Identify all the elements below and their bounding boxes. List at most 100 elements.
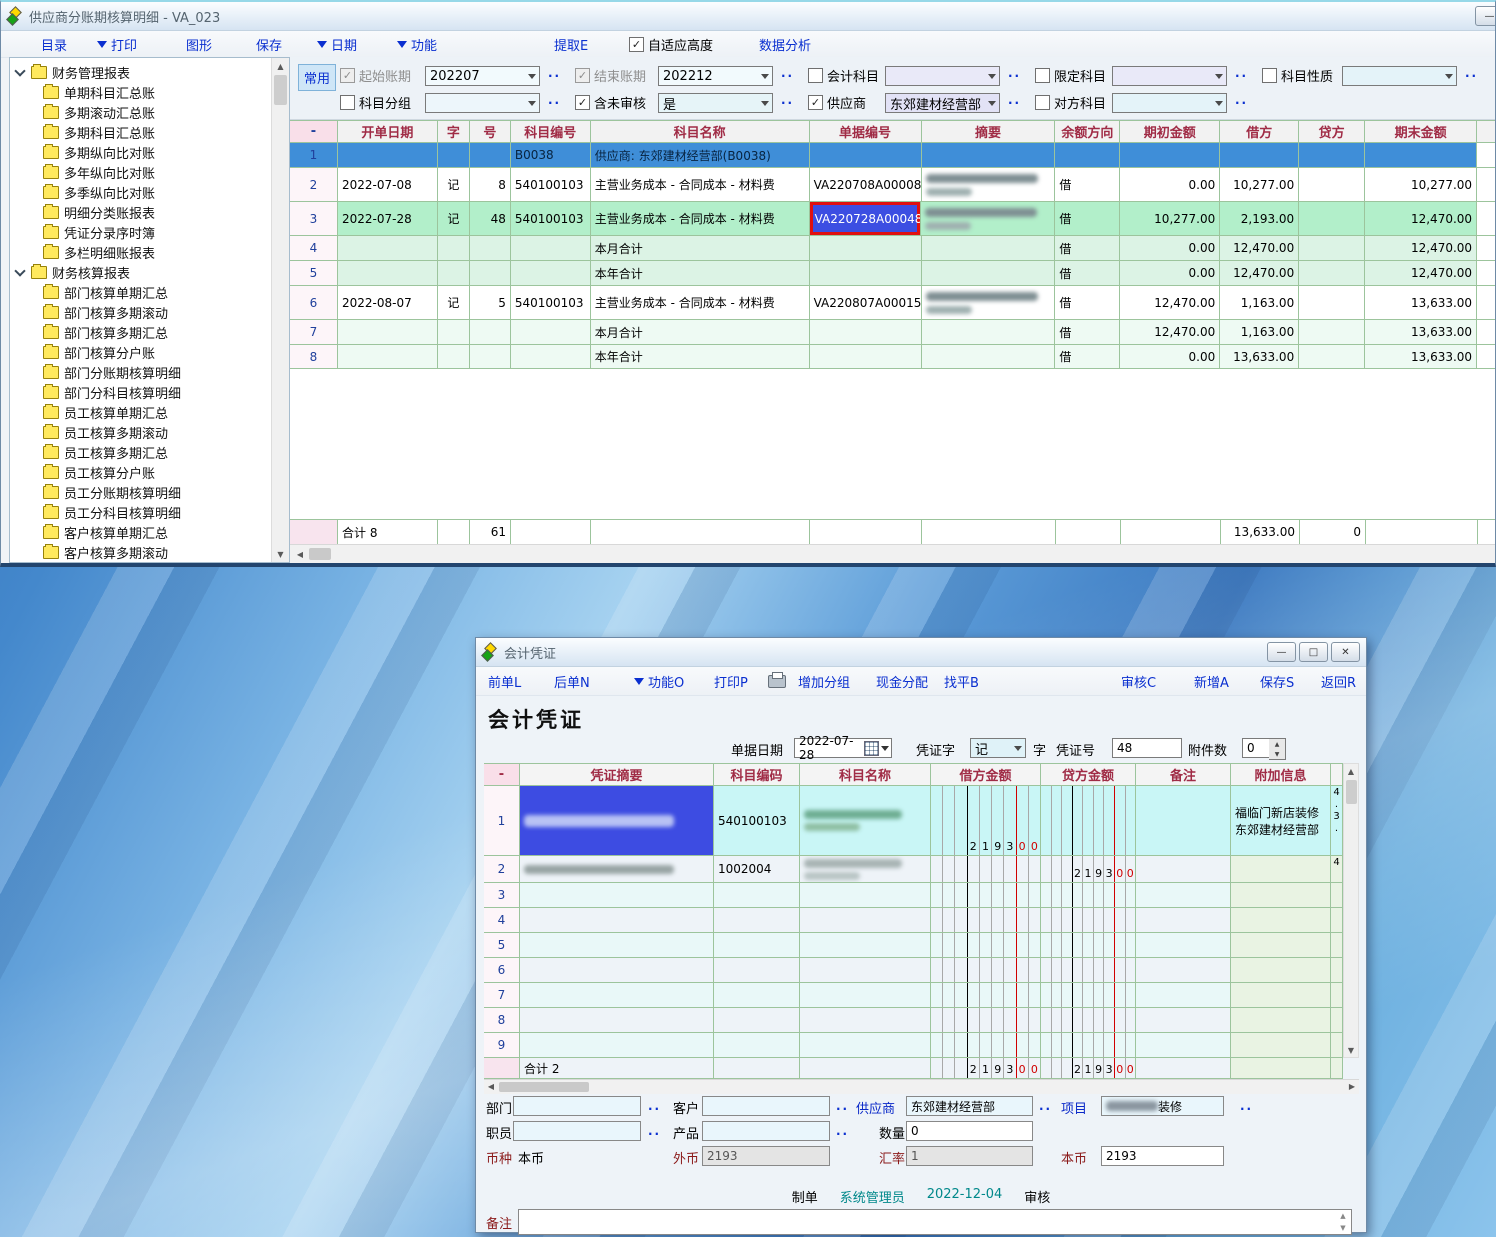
sidebar-item[interactable]: 多栏明细账报表 (12, 242, 271, 262)
checkbox[interactable] (575, 95, 590, 110)
voucher-row[interactable]: 210020042193004 (484, 856, 1343, 883)
checkbox[interactable] (340, 95, 355, 110)
ellipsis-button[interactable]: .. (548, 93, 561, 107)
attachments-input[interactable]: 0 (1242, 738, 1270, 758)
scrollbar-thumb[interactable] (274, 75, 287, 105)
printer-icon[interactable] (768, 675, 786, 688)
voucher-toolbar-item[interactable]: 审核C (1121, 672, 1156, 691)
toolbar-item-4[interactable]: 保存 (256, 35, 282, 54)
ellipsis-button[interactable]: .. (1235, 66, 1248, 80)
sidebar-item[interactable]: 部门核算单期汇总 (12, 282, 271, 302)
voucher-row[interactable]: 3 (484, 883, 1343, 908)
sidebar-item[interactable]: 客户核算单期汇总 (12, 522, 271, 542)
voucher-toolbar-item[interactable]: 新增A (1194, 672, 1229, 691)
minimize-button[interactable]: — (1475, 6, 1495, 26)
ellipsis-button[interactable]: .. (1039, 1099, 1052, 1113)
toolbar-item-3[interactable]: 图形 (186, 35, 212, 54)
calendar-icon[interactable] (864, 739, 891, 757)
ellipsis-button[interactable]: .. (781, 66, 794, 80)
checkbox[interactable] (575, 68, 590, 83)
supplier-input[interactable]: 东郊建材经营部 (906, 1096, 1033, 1116)
table-row[interactable]: 4本月合计借0.0012,470.0012,470.00 (290, 236, 1495, 261)
sidebar-item[interactable]: 财务核算报表 (12, 262, 271, 282)
voucher-toolbar-item[interactable]: 找平B (944, 672, 979, 691)
toolbar-item-8[interactable]: 自适应高度 (629, 35, 713, 54)
ellipsis-button[interactable]: .. (648, 1099, 661, 1113)
sidebar-item[interactable]: 单期科目汇总账 (12, 82, 271, 102)
voucher-toolbar-item[interactable]: 保存S (1260, 672, 1294, 691)
filter-dropdown[interactable] (1342, 66, 1457, 86)
ellipsis-button[interactable]: .. (836, 1124, 849, 1138)
filter-dropdown[interactable]: 是 (658, 93, 773, 113)
voucher-row[interactable]: 6 (484, 958, 1343, 983)
sidebar-vertical-scrollbar[interactable]: ▲ ▼ (271, 58, 289, 562)
table-horizontal-scrollbar[interactable]: ◀ (290, 544, 1495, 563)
staff-input[interactable] (513, 1121, 641, 1141)
checkbox[interactable] (1262, 68, 1277, 83)
sidebar-item[interactable]: 多期科目汇总账 (12, 122, 271, 142)
sidebar-item[interactable]: 员工核算多期汇总 (12, 442, 271, 462)
ellipsis-button[interactable]: .. (1235, 93, 1248, 107)
minimize-button[interactable]: — (1267, 642, 1296, 662)
scrollbar-thumb[interactable] (499, 1082, 589, 1092)
checkbox[interactable] (629, 37, 644, 52)
voucher-toolbar-item[interactable]: 增加分组 (798, 672, 850, 691)
voucher-toolbar-item[interactable]: 现金分配 (876, 672, 928, 691)
toolbar-item-7[interactable]: 提取E (554, 35, 588, 54)
close-button[interactable]: ✕ (1331, 642, 1360, 662)
ellipsis-button[interactable]: .. (1008, 66, 1021, 80)
chevron-expanded-icon[interactable] (14, 65, 25, 76)
voucher-no-input[interactable]: 48 (1112, 738, 1182, 758)
voucher-word-select[interactable]: 记 (970, 738, 1026, 758)
scroll-left-icon[interactable]: ◀ (292, 546, 308, 562)
voucher-horizontal-scrollbar[interactable]: ◀ ▶ (484, 1079, 1359, 1094)
ellipsis-button[interactable]: .. (1008, 93, 1021, 107)
voucher-toolbar-item[interactable]: 功能O (634, 672, 684, 691)
ellipsis-button[interactable]: .. (1465, 66, 1478, 80)
note-input[interactable]: ▲▼ (518, 1209, 1352, 1235)
sidebar-item[interactable]: 员工核算单期汇总 (12, 402, 271, 422)
checkbox[interactable] (340, 68, 355, 83)
voucher-row[interactable]: 5 (484, 933, 1343, 958)
highlighted-doc-number[interactable]: VA220728A00048GGC (810, 202, 921, 235)
scroll-down-icon[interactable]: ▼ (272, 546, 289, 562)
filter-dropdown[interactable] (885, 66, 1000, 86)
ellipsis-button[interactable]: .. (836, 1099, 849, 1113)
voucher-toolbar-item[interactable]: 后单N (554, 672, 590, 691)
scroll-down-icon[interactable]: ▼ (1344, 1043, 1358, 1057)
local-amount-input[interactable]: 2193 (1101, 1146, 1224, 1166)
voucher-vertical-scrollbar[interactable]: ▲ ▼ (1343, 763, 1359, 1058)
scrollbar-thumb[interactable] (309, 548, 331, 560)
scroll-up-icon[interactable]: ▲ (272, 58, 289, 74)
sidebar-item[interactable]: 财务管理报表 (12, 62, 271, 82)
voucher-row[interactable]: 8 (484, 1008, 1343, 1033)
checkbox[interactable] (808, 68, 823, 83)
sidebar-item[interactable]: 员工分科目核算明细 (12, 502, 271, 522)
voucher-row[interactable]: 7 (484, 983, 1343, 1008)
table-row[interactable]: 32022-07-28记48540100103主营业务成本 - 合同成本 - 材… (290, 202, 1495, 236)
product-input[interactable] (702, 1121, 830, 1141)
sidebar-item[interactable]: 部门核算分户账 (12, 342, 271, 362)
sidebar-item[interactable]: 客户核算多期滚动 (12, 542, 271, 560)
toolbar-item-2[interactable]: 打印 (97, 35, 137, 54)
sidebar-item[interactable]: 员工核算分户账 (12, 462, 271, 482)
filter-dropdown[interactable] (1112, 93, 1227, 113)
voucher-toolbar-item[interactable]: 前单L (488, 672, 521, 691)
chevron-expanded-icon[interactable] (14, 265, 25, 276)
doc-date-input[interactable]: 2022-07-28 (794, 738, 892, 758)
ellipsis-button[interactable]: .. (648, 1124, 661, 1138)
table-row[interactable]: 22022-07-08记8540100103主营业务成本 - 合同成本 - 材料… (290, 168, 1495, 202)
table-row[interactable]: 5本年合计借0.0012,470.0012,470.00 (290, 261, 1495, 286)
sidebar-item[interactable]: 多年纵向比对账 (12, 162, 271, 182)
table-row[interactable]: 1B0038供应商: 东郊建材经营部(B0038) (290, 143, 1495, 168)
ellipsis-button[interactable]: .. (1240, 1099, 1253, 1113)
filter-dropdown[interactable] (1112, 66, 1227, 86)
filter-dropdown[interactable]: 东郊建材经营部 (885, 93, 1000, 113)
project-input[interactable]: 装修 (1101, 1096, 1224, 1116)
toolbar-item-5[interactable]: 日期 (317, 35, 357, 54)
scroll-up-icon[interactable]: ▲ (1344, 764, 1358, 778)
voucher-row[interactable]: 4 (484, 908, 1343, 933)
filter-dropdown[interactable]: 202212 (658, 66, 773, 86)
common-filters-button[interactable]: 常用 (298, 64, 336, 91)
table-row[interactable]: 62022-08-07记5540100103主营业务成本 - 合同成本 - 材料… (290, 286, 1495, 320)
